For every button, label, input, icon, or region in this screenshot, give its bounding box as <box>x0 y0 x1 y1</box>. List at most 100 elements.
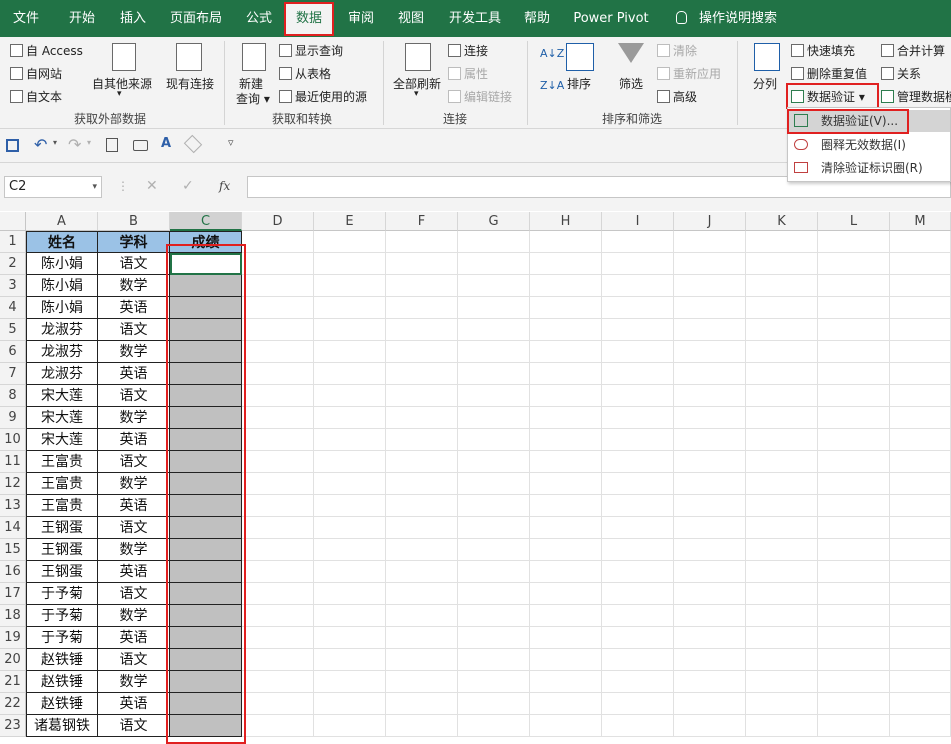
empty-cell[interactable] <box>314 253 386 275</box>
spelling-icon[interactable]: A <box>161 136 171 151</box>
row-header[interactable]: 14 <box>0 517 26 539</box>
column-header-l[interactable]: L <box>818 212 890 231</box>
row-header[interactable]: 16 <box>0 561 26 583</box>
table-cell[interactable]: 赵铁锤 <box>26 649 98 671</box>
row-header[interactable]: 6 <box>0 341 26 363</box>
empty-cell[interactable] <box>314 561 386 583</box>
empty-cell[interactable] <box>818 495 890 517</box>
empty-cell[interactable] <box>458 473 530 495</box>
table-cell[interactable]: 王钢蛋 <box>26 561 98 583</box>
empty-cell[interactable] <box>602 451 674 473</box>
empty-cell[interactable] <box>242 275 314 297</box>
empty-cell[interactable] <box>602 715 674 737</box>
empty-cell[interactable] <box>746 715 818 737</box>
table-cell[interactable]: 数学 <box>98 275 170 297</box>
row-header[interactable]: 3 <box>0 275 26 297</box>
empty-cell[interactable] <box>458 407 530 429</box>
empty-cell[interactable] <box>746 429 818 451</box>
empty-cell[interactable] <box>386 341 458 363</box>
empty-cell[interactable] <box>818 385 890 407</box>
empty-cell[interactable] <box>458 385 530 407</box>
table-cell[interactable]: 数学 <box>98 407 170 429</box>
empty-cell[interactable] <box>242 561 314 583</box>
cancel-icon[interactable]: ✕ <box>146 178 158 194</box>
empty-cell[interactable] <box>314 715 386 737</box>
tab-formulas[interactable]: 公式 <box>236 0 282 37</box>
table-cell[interactable]: 赵铁锤 <box>26 671 98 693</box>
tell-me-search[interactable]: 操作说明搜索 <box>668 0 784 37</box>
empty-cell[interactable] <box>818 649 890 671</box>
row-header[interactable]: 8 <box>0 385 26 407</box>
empty-cell[interactable] <box>818 561 890 583</box>
empty-cell[interactable] <box>818 605 890 627</box>
empty-cell[interactable] <box>746 407 818 429</box>
empty-cell[interactable] <box>746 385 818 407</box>
camera-icon[interactable] <box>133 140 148 151</box>
table-cell[interactable]: 语文 <box>98 649 170 671</box>
table-header-cell[interactable]: 学科 <box>98 231 170 253</box>
empty-cell[interactable] <box>890 407 951 429</box>
row-header[interactable]: 12 <box>0 473 26 495</box>
empty-cell[interactable] <box>242 583 314 605</box>
column-header-c[interactable]: C <box>170 212 242 231</box>
empty-cell[interactable] <box>314 407 386 429</box>
empty-cell[interactable] <box>386 561 458 583</box>
empty-cell[interactable] <box>386 407 458 429</box>
empty-cell[interactable] <box>386 363 458 385</box>
table-cell[interactable]: 宋大莲 <box>26 385 98 407</box>
table-cell[interactable]: 数学 <box>98 539 170 561</box>
from-text-button[interactable]: 自文本 <box>10 88 62 105</box>
empty-cell[interactable] <box>530 275 602 297</box>
empty-cell[interactable] <box>458 671 530 693</box>
empty-cell[interactable] <box>242 517 314 539</box>
empty-cell[interactable] <box>458 539 530 561</box>
table-cell[interactable]: 语文 <box>98 319 170 341</box>
empty-cell[interactable] <box>386 539 458 561</box>
row-header[interactable]: 7 <box>0 363 26 385</box>
empty-cell[interactable] <box>818 407 890 429</box>
empty-cell[interactable] <box>458 253 530 275</box>
empty-cell[interactable] <box>386 715 458 737</box>
table-cell[interactable]: 数学 <box>98 671 170 693</box>
empty-cell[interactable] <box>674 253 746 275</box>
column-header-k[interactable]: K <box>746 212 818 231</box>
empty-cell[interactable] <box>890 473 951 495</box>
empty-cell[interactable] <box>530 429 602 451</box>
empty-cell[interactable] <box>746 341 818 363</box>
empty-cell[interactable] <box>242 539 314 561</box>
empty-cell[interactable] <box>674 385 746 407</box>
tab-page-layout[interactable]: 页面布局 <box>160 0 232 37</box>
empty-cell[interactable] <box>530 473 602 495</box>
empty-cell[interactable] <box>602 561 674 583</box>
empty-cell[interactable] <box>602 495 674 517</box>
empty-cell[interactable] <box>602 671 674 693</box>
empty-cell[interactable] <box>458 429 530 451</box>
empty-cell[interactable] <box>386 495 458 517</box>
empty-cell[interactable] <box>458 319 530 341</box>
empty-cell[interactable] <box>602 583 674 605</box>
empty-cell[interactable] <box>602 407 674 429</box>
empty-cell[interactable] <box>746 319 818 341</box>
format-painter-icon[interactable] <box>183 134 203 154</box>
empty-cell[interactable] <box>890 539 951 561</box>
empty-cell[interactable] <box>386 253 458 275</box>
empty-cell[interactable] <box>314 385 386 407</box>
table-cell[interactable]: 宋大莲 <box>26 429 98 451</box>
column-header-j[interactable]: J <box>674 212 746 231</box>
empty-cell[interactable] <box>530 517 602 539</box>
empty-cell[interactable] <box>530 253 602 275</box>
empty-cell[interactable] <box>674 341 746 363</box>
empty-cell[interactable] <box>746 517 818 539</box>
empty-cell[interactable] <box>386 671 458 693</box>
empty-cell[interactable] <box>242 715 314 737</box>
sort-za-icon[interactable]: Z↓A <box>540 79 564 92</box>
show-queries-button[interactable]: 显示查询 <box>279 42 343 59</box>
empty-cell[interactable] <box>890 231 951 253</box>
empty-cell[interactable] <box>818 539 890 561</box>
empty-cell[interactable] <box>890 605 951 627</box>
empty-cell[interactable] <box>746 671 818 693</box>
table-cell[interactable]: 龙淑芬 <box>26 319 98 341</box>
empty-cell[interactable] <box>890 429 951 451</box>
empty-cell[interactable] <box>818 671 890 693</box>
remove-duplicates-button[interactable]: 删除重复值 <box>791 65 867 82</box>
